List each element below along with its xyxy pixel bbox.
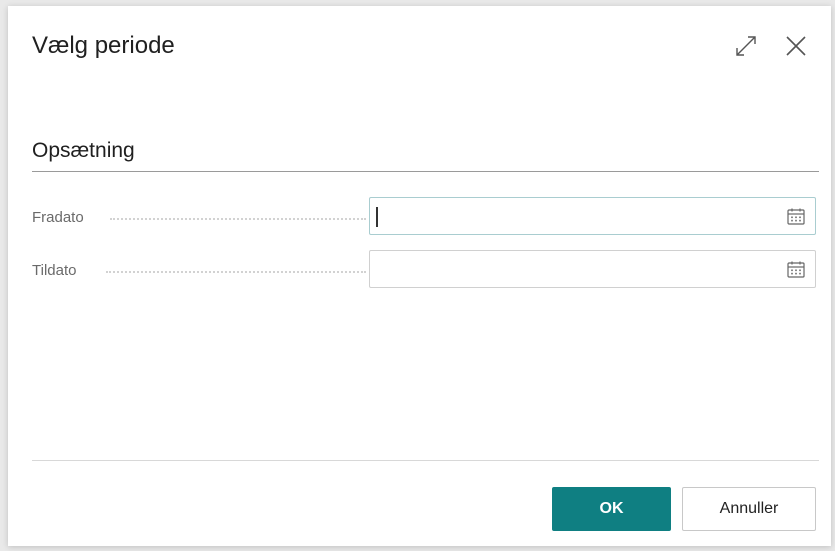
text-caret xyxy=(376,207,378,227)
label-leader-dots xyxy=(106,271,366,273)
dialog-title: Vælg periode xyxy=(32,32,175,59)
fradato-input[interactable] xyxy=(369,197,816,235)
tildato-input[interactable] xyxy=(369,250,816,288)
section-title: Opsætning xyxy=(32,139,135,162)
calendar-icon[interactable] xyxy=(787,261,805,278)
ok-button[interactable]: OK xyxy=(552,487,671,531)
expand-icon[interactable] xyxy=(733,33,759,59)
field-row-fradato: Fradato xyxy=(32,197,819,237)
select-period-dialog: Vælg periode Opsætning Fradato Tildato O… xyxy=(8,6,831,546)
cancel-button[interactable]: Annuller xyxy=(682,487,816,531)
calendar-icon[interactable] xyxy=(787,208,805,225)
section-divider xyxy=(32,171,819,172)
footer-divider xyxy=(32,460,819,461)
close-icon[interactable] xyxy=(783,33,809,59)
label-leader-dots xyxy=(110,218,366,220)
field-row-tildato: Tildato xyxy=(32,250,819,290)
field-label-fradato: Fradato xyxy=(32,209,84,226)
field-label-tildato: Tildato xyxy=(32,262,77,279)
